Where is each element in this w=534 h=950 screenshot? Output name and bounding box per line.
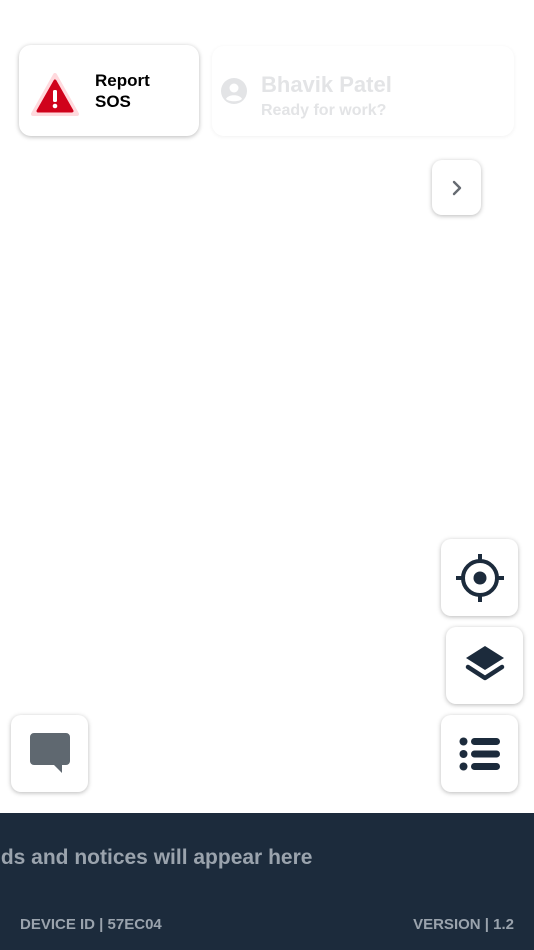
layers-icon [465,646,505,681]
user-circle-icon [221,78,247,104]
messages-button[interactable] [11,715,88,792]
list-view-button[interactable] [441,715,518,792]
user-name: Bhavik Patel [261,72,392,97]
version-label: VERSION | 1.2 [413,916,514,933]
user-status-text: Ready for work? [261,102,387,119]
chevron-right-icon [452,180,462,196]
crosshair-icon [456,554,504,602]
app-screen: Report SOS Bhavik Patel Ready for work? [0,0,534,950]
notice-ticker: nds and notices will appear here [0,846,313,869]
device-id-label: DEVICE ID | 57EC04 [20,916,162,933]
locate-me-button[interactable] [441,539,518,616]
warning-triangle-icon [31,73,79,116]
expand-panel-button[interactable] [432,160,481,215]
list-icon [459,737,500,771]
map-layers-button[interactable] [446,627,523,704]
chat-bubble-icon [30,733,70,773]
report-sos-label: Report SOS [95,71,150,111]
